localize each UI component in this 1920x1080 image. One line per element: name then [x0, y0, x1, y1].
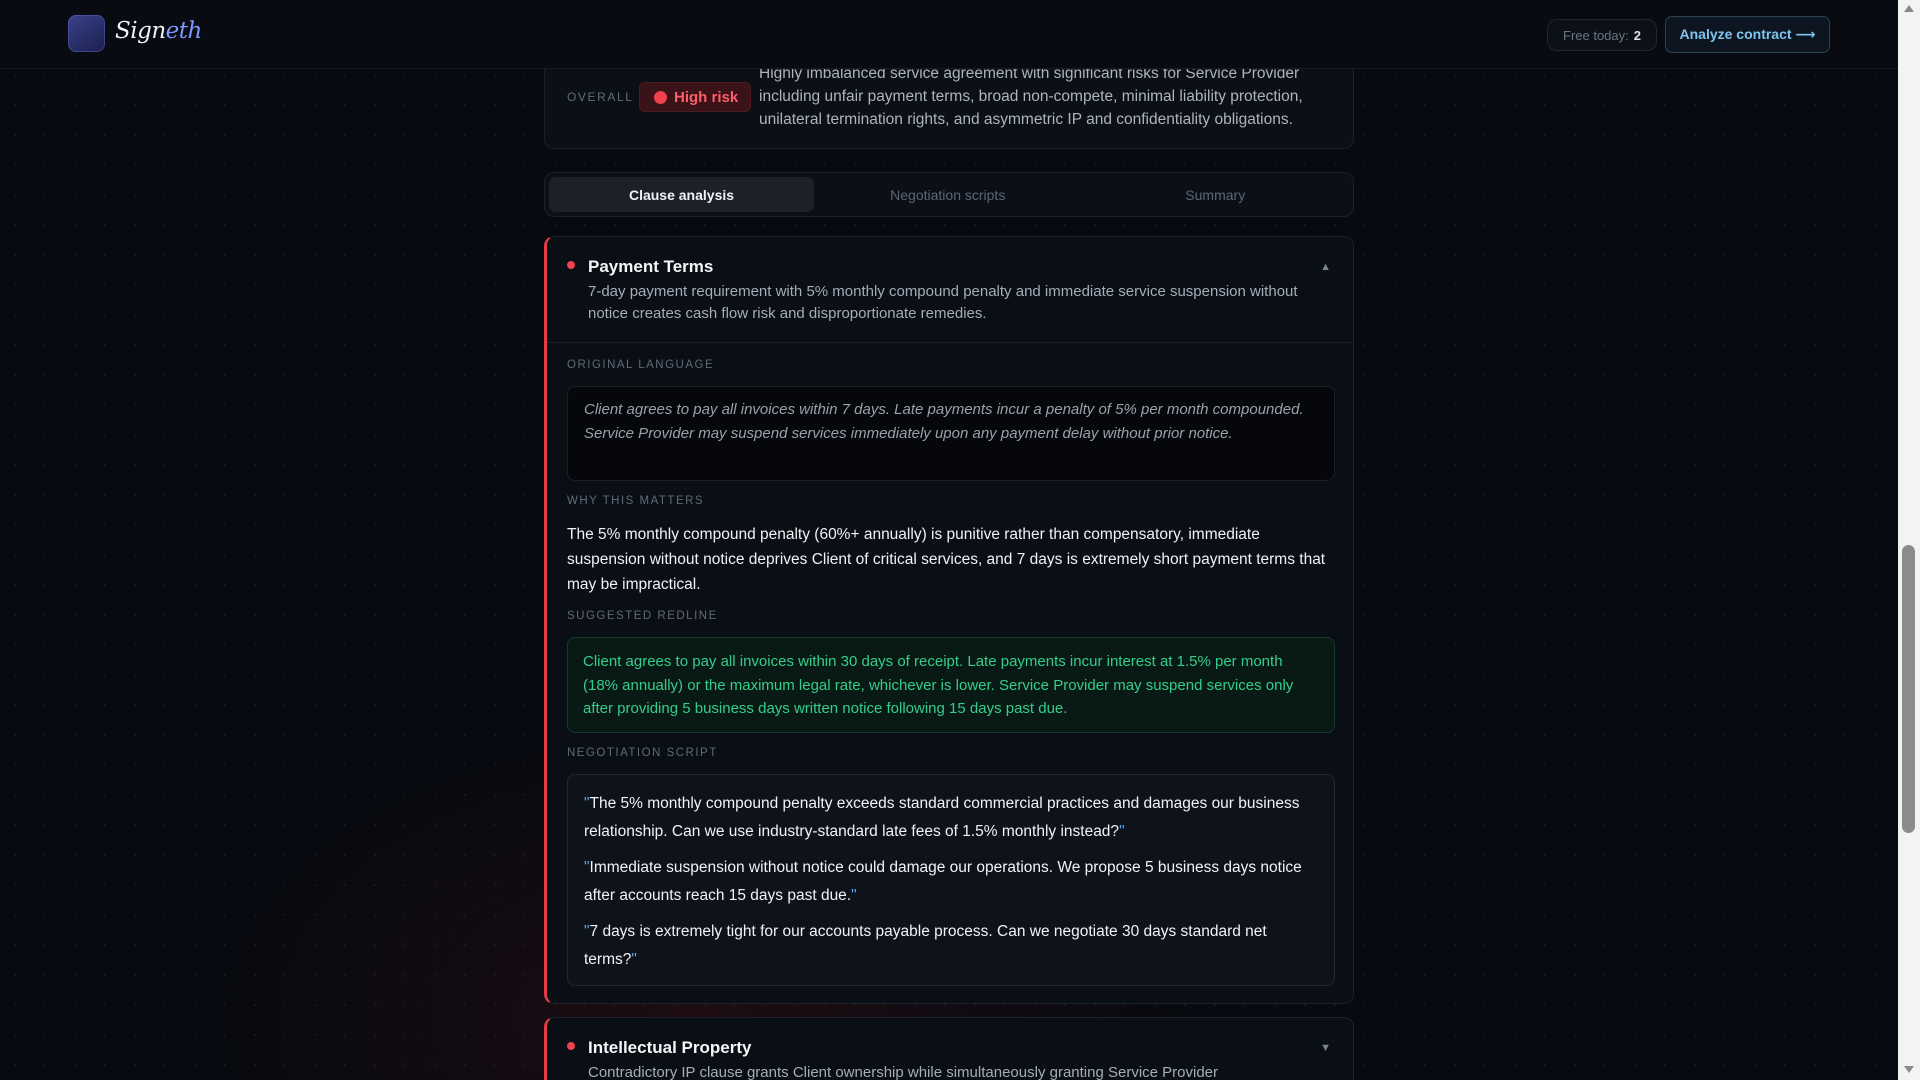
- script-quote: "The 5% monthly compound penalty exceeds…: [584, 790, 1318, 846]
- script-quote-text: 7 days is extremely tight for our accoun…: [584, 923, 1267, 968]
- clause-title: Intellectual Property: [588, 1038, 752, 1057]
- clause-card-payment-terms: Payment Terms 7-day payment requirement …: [544, 236, 1354, 1004]
- chevron-up-icon[interactable]: ▲: [1320, 261, 1331, 273]
- free-today-label: Free today:: [1563, 27, 1629, 43]
- tab-summary[interactable]: Summary: [1082, 177, 1350, 212]
- quote-close-icon: ": [1119, 823, 1125, 840]
- tab-clause-analysis[interactable]: Clause analysis: [549, 177, 814, 212]
- suggested-redline-label: SUGGESTED REDLINE: [567, 610, 718, 622]
- why-matters-text: The 5% monthly compound penalty (60%+ an…: [567, 526, 1326, 593]
- brand-accent: eth: [165, 18, 203, 44]
- top-header: Signeth Free today: 2 Analyze contract ⟶: [0, 0, 1898, 69]
- free-today-count: 2: [1633, 27, 1641, 43]
- negotiation-script-box: "The 5% monthly compound penalty exceeds…: [567, 774, 1335, 986]
- original-language-text: Client agrees to pay all invoices within…: [567, 386, 1335, 481]
- risk-badge: High risk: [639, 82, 752, 112]
- negotiation-script-label: NEGOTIATION SCRIPT: [567, 747, 718, 759]
- overall-summary: Highly imbalanced service agreement with…: [759, 65, 1303, 128]
- suggested-redline-text: Client agrees to pay all invoices within…: [567, 637, 1335, 733]
- clause-title: Payment Terms: [588, 257, 714, 276]
- brand-main: Sign: [115, 18, 166, 44]
- clause-header[interactable]: Payment Terms 7-day payment requirement …: [547, 237, 1353, 343]
- analysis-tabs: Clause analysis Negotiation scripts Summ…: [544, 172, 1354, 217]
- script-quote-text: The 5% monthly compound penalty exceeds …: [584, 795, 1300, 840]
- script-quote: "7 days is extremely tight for our accou…: [584, 918, 1318, 974]
- clause-summary: 7-day payment requirement with 5% monthl…: [588, 283, 1298, 322]
- overall-label: OVERALL: [567, 90, 634, 104]
- script-quote: "Immediate suspension without notice cou…: [584, 854, 1318, 910]
- clause-card-intellectual-property[interactable]: Intellectual Property Contradictory IP c…: [544, 1017, 1354, 1080]
- severity-dot-icon: [567, 261, 575, 269]
- quote-close-icon: ": [851, 887, 857, 904]
- why-matters-label: WHY THIS MATTERS: [567, 495, 705, 507]
- scroll-thumb[interactable]: [1902, 545, 1915, 833]
- quote-close-icon: ": [631, 951, 637, 968]
- tab-negotiation-scripts[interactable]: Negotiation scripts: [814, 177, 1082, 212]
- free-today-pill: Free today: 2: [1547, 19, 1657, 51]
- scroll-up-icon[interactable]: [1904, 5, 1914, 12]
- original-language-label: ORIGINAL LANGUAGE: [567, 359, 715, 371]
- brand-name[interactable]: Signeth: [115, 18, 202, 44]
- severity-dot-icon: [567, 1042, 575, 1050]
- script-quote-text: Immediate suspension without notice coul…: [584, 859, 1302, 904]
- risk-label: High risk: [674, 88, 739, 106]
- clause-summary: Contradictory IP clause grants Client ow…: [588, 1064, 1219, 1080]
- logo-icon[interactable]: [68, 15, 105, 52]
- chevron-down-icon[interactable]: ▼: [1320, 1042, 1331, 1054]
- page-scrollbar[interactable]: [1898, 0, 1920, 1080]
- scroll-down-icon[interactable]: [1904, 1066, 1914, 1073]
- analyze-contract-button[interactable]: Analyze contract ⟶: [1665, 16, 1830, 53]
- risk-dot-icon: [654, 90, 667, 104]
